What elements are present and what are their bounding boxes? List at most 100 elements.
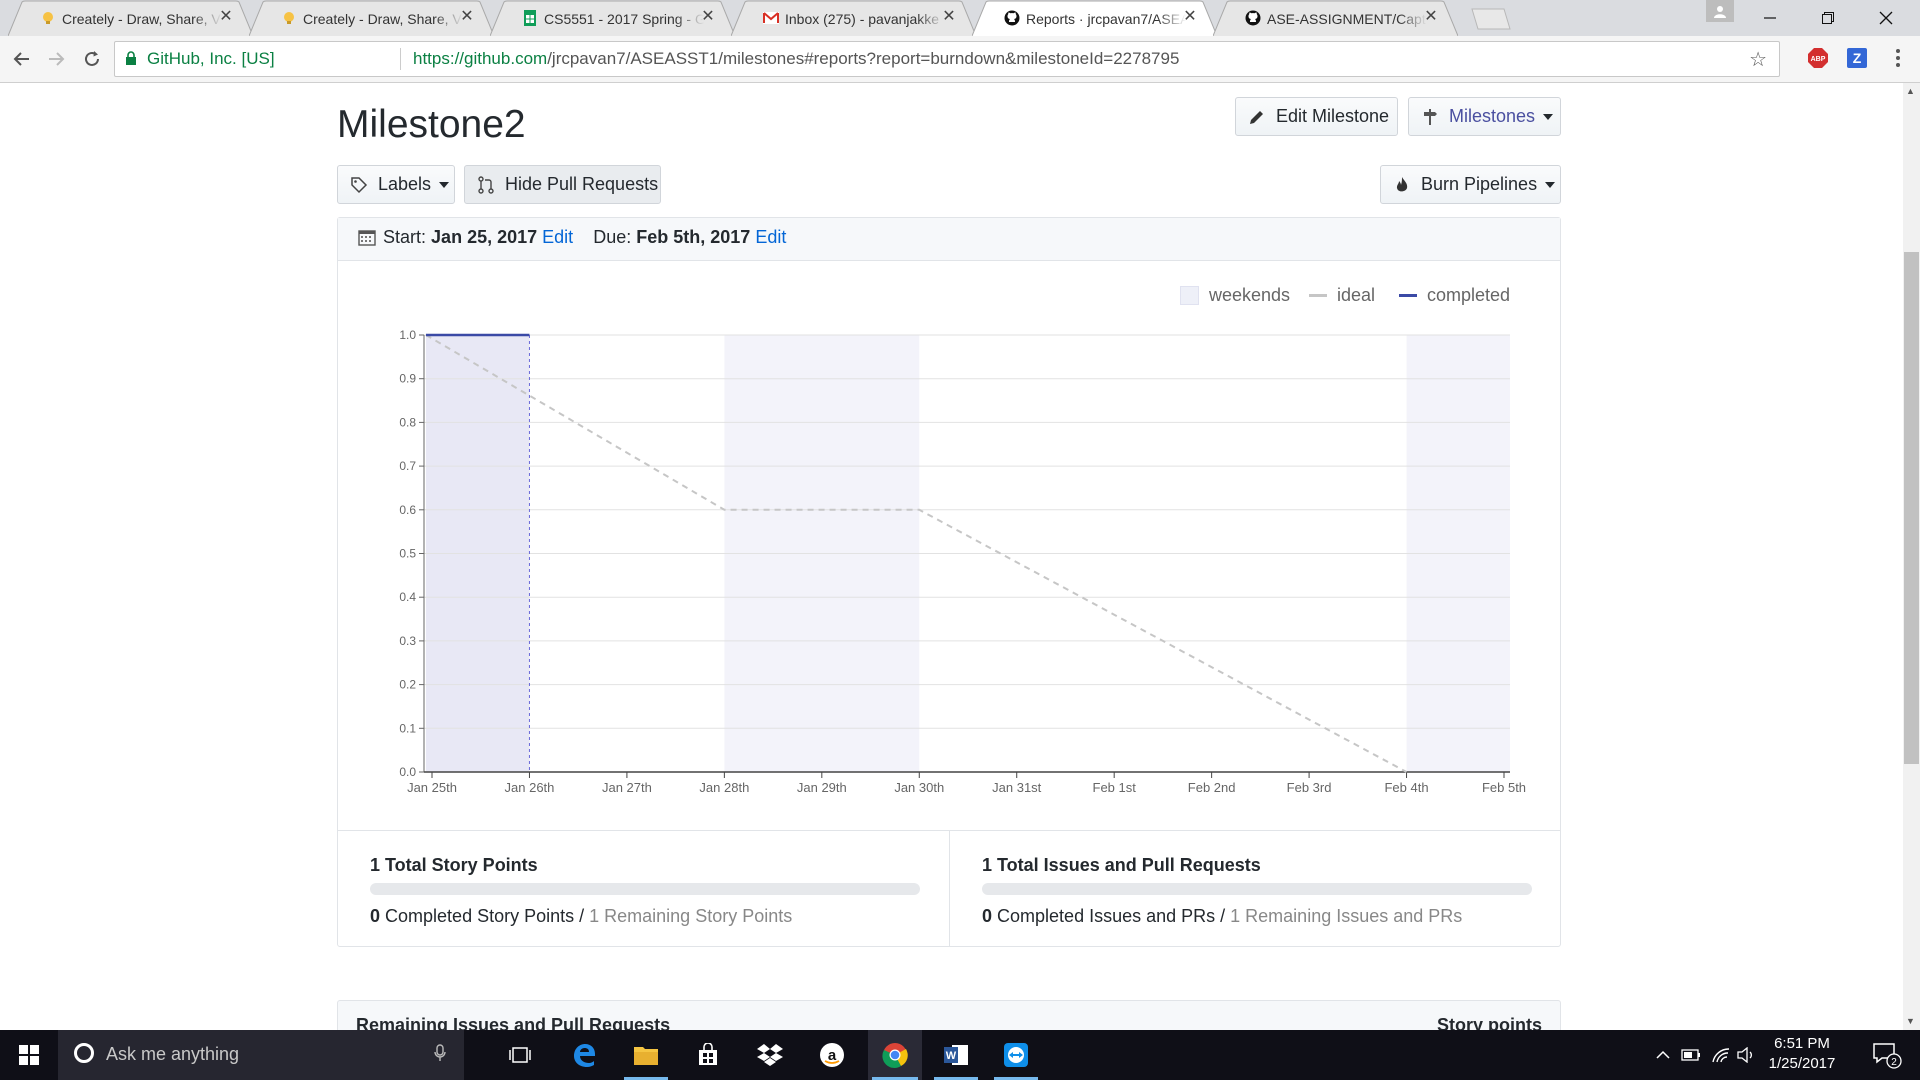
github-icon [1245, 10, 1261, 26]
dropbox-icon[interactable] [744, 1030, 796, 1080]
amazon-icon[interactable]: a [806, 1030, 858, 1080]
chrome-icon[interactable] [868, 1030, 922, 1080]
restore-icon[interactable] [1800, 0, 1856, 36]
close-tab-icon[interactable]: ✕ [1422, 8, 1440, 26]
svg-text:2: 2 [1891, 1057, 1897, 1068]
adblock-plus-icon[interactable]: ABP [1806, 46, 1830, 70]
issues-progress-bar [982, 883, 1532, 895]
file-explorer-icon[interactable] [620, 1030, 672, 1080]
volume-icon[interactable] [1734, 1030, 1758, 1080]
close-tab-icon[interactable]: ✕ [940, 8, 958, 26]
sheets-icon [522, 10, 538, 26]
creately-icon [281, 10, 297, 26]
flame-icon [1393, 176, 1411, 194]
svg-text:Z: Z [1853, 50, 1862, 66]
browser-toolbar: GitHub, Inc. [US] https://github.com/jrc… [0, 36, 1920, 83]
edit-milestone-button[interactable]: Edit Milestone [1235, 97, 1398, 136]
milestone-dates-bar: Start: Jan 25, 2017 Edit Due: Feb 5th, 2… [338, 218, 1560, 261]
minimize-icon[interactable] [1742, 0, 1798, 36]
browser-tab[interactable]: Reports · jrcpavan7/ASEA ✕ [972, 0, 1217, 36]
browser-tab[interactable]: Creately - Draw, Share, V ✕ [8, 0, 253, 36]
svg-text:a: a [828, 1047, 837, 1064]
scroll-down-icon[interactable]: ▼ [1906, 1016, 1915, 1026]
burn-pipelines-dropdown[interactable]: Burn Pipelines [1380, 165, 1561, 204]
milestone-signpost-icon [1421, 108, 1439, 126]
browser-tab[interactable]: Creately - Draw, Share, V ✕ [249, 0, 494, 36]
reload-icon[interactable] [78, 45, 106, 73]
address-bar[interactable]: GitHub, Inc. [US] https://github.com/jrc… [114, 41, 1780, 77]
tab-title: ASE-ASSIGNMENT/Captu [1267, 11, 1427, 27]
story-points-progress-bar [370, 883, 920, 895]
edit-start-date-link[interactable]: Edit [542, 227, 573, 247]
cortana-search-box[interactable]: Ask me anything [58, 1030, 464, 1080]
y-tick-label: 0.5 [399, 547, 416, 561]
x-tick-label: Jan 25th [407, 780, 457, 795]
z-extension-icon[interactable]: Z [1845, 46, 1869, 70]
gmail-icon [763, 10, 779, 26]
y-tick-label: 1.0 [399, 328, 416, 342]
y-tick-label: 0.2 [399, 678, 416, 692]
close-window-icon[interactable] [1858, 0, 1914, 36]
y-tick-label: 0.1 [399, 721, 416, 735]
task-view-icon[interactable] [494, 1030, 546, 1080]
x-tick-label: Feb 5th [1482, 780, 1526, 795]
remaining-story-points: 1 Remaining Story Points [589, 906, 793, 926]
scrollbar-thumb[interactable] [1904, 252, 1919, 764]
back-icon[interactable] [8, 45, 36, 73]
total-story-points: 1 Total Story Points [370, 855, 538, 875]
edge-icon[interactable] [558, 1030, 610, 1080]
teamviewer-icon[interactable] [990, 1030, 1042, 1080]
store-icon[interactable] [682, 1030, 734, 1080]
x-tick-label: Jan 28th [699, 780, 749, 795]
y-tick-label: 0.0 [399, 765, 416, 779]
tab-title: Creately - Draw, Share, V [62, 11, 221, 27]
close-tab-icon[interactable]: ✕ [458, 8, 476, 26]
close-tab-icon[interactable]: ✕ [1181, 8, 1199, 26]
chevron-up-icon[interactable] [1652, 1030, 1674, 1080]
battery-icon[interactable] [1678, 1030, 1704, 1080]
burndown-chart: weekends ideal completed 0.0 0.1 0.2 0.3 0.4… [338, 260, 1560, 830]
close-tab-icon[interactable]: ✕ [699, 8, 717, 26]
caret-down-icon [439, 181, 450, 188]
milestones-dropdown[interactable]: Milestones [1408, 97, 1561, 136]
y-tick-label: 0.7 [399, 459, 416, 473]
x-tick-label: Feb 3rd [1287, 780, 1332, 795]
forward-icon[interactable] [42, 45, 70, 73]
wifi-icon[interactable] [1708, 1030, 1734, 1080]
browser-tab[interactable]: Inbox (275) - pavanjakke ✕ [731, 0, 976, 36]
milestone-title: Milestone2 [337, 103, 526, 146]
profile-icon[interactable] [1706, 0, 1734, 22]
tab-title: CS5551 - 2017 Spring - G [544, 11, 704, 27]
microphone-icon[interactable] [434, 1044, 446, 1067]
start-date: Jan 25, 2017 [431, 227, 538, 247]
url-text[interactable]: https://github.com/jrcpavan7/ASEASST1/mi… [413, 49, 1179, 69]
close-tab-icon[interactable]: ✕ [217, 8, 235, 26]
word-icon[interactable]: W [930, 1030, 982, 1080]
due-date: Feb 5th, 2017 [636, 227, 751, 247]
start-button[interactable] [0, 1030, 58, 1080]
chrome-menu-icon[interactable] [1886, 46, 1910, 70]
clock[interactable]: 6:51 PM 1/25/2017 [1758, 1034, 1846, 1074]
tab-title: Creately - Draw, Share, V [303, 11, 462, 27]
cortana-icon [74, 1043, 94, 1063]
scroll-up-icon[interactable]: ▲ [1906, 86, 1915, 96]
action-center-icon[interactable]: 2 [1862, 1030, 1912, 1080]
y-tick-label: 0.6 [399, 503, 416, 517]
new-tab-button[interactable] [1466, 8, 1512, 30]
site-identity[interactable]: GitHub, Inc. [US] [147, 49, 275, 69]
y-tick-label: 0.4 [399, 590, 416, 604]
creately-icon [40, 10, 56, 26]
bookmark-star-icon[interactable]: ☆ [1749, 47, 1767, 72]
svg-text:W: W [946, 1050, 957, 1062]
tab-strip: Creately - Draw, Share, V ✕ Creately - Dra… [0, 0, 1920, 36]
browser-tab[interactable]: ASE-ASSIGNMENT/Captu ✕ [1213, 0, 1458, 36]
browser-tab[interactable]: CS5551 - 2017 Spring - G ✕ [490, 0, 735, 36]
issues-summary: 1 Total Issues and Pull Requests 0 Compl… [950, 830, 1560, 947]
labels-dropdown[interactable]: Labels [337, 165, 455, 204]
calendar-icon [358, 230, 376, 246]
x-tick-label: Jan 29th [797, 780, 847, 795]
x-tick-label: Jan 26th [505, 780, 555, 795]
hide-pull-requests-button[interactable]: Hide Pull Requests [464, 165, 661, 204]
tag-icon [350, 176, 368, 194]
edit-due-date-link[interactable]: Edit [755, 227, 786, 247]
